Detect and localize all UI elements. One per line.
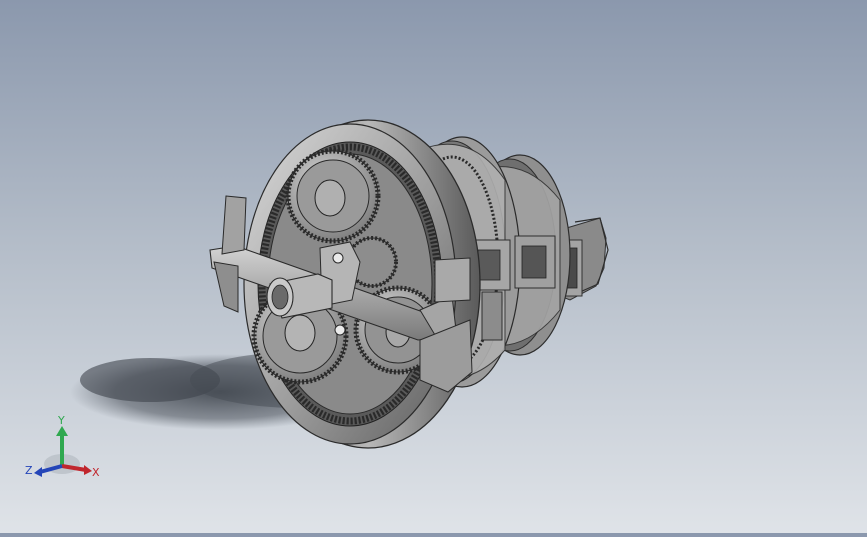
z-axis-label: Z [25,464,33,477]
y-axis-arrowhead-icon [56,426,68,436]
z-axis-arrowhead-icon [34,467,42,477]
planet-gear-top [285,148,381,244]
orientation-triad[interactable]: Y X Z [22,412,102,486]
cad-3d-viewport[interactable]: Y X Z [0,0,867,533]
y-axis-label: Y [57,414,65,427]
x-axis-arrowhead-icon [84,465,92,475]
planetary-gearbox-model[interactable] [0,0,867,533]
x-axis-label: X [92,466,100,479]
